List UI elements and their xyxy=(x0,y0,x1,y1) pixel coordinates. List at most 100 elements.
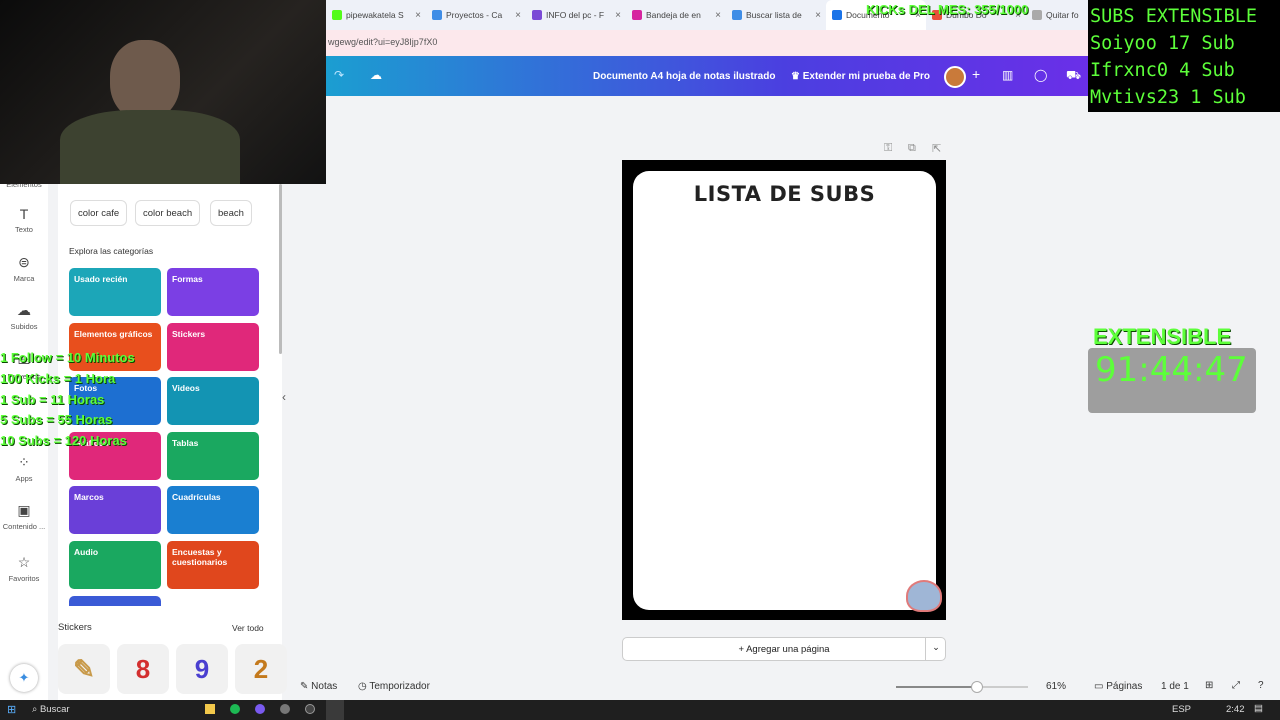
close-tab-icon[interactable]: × xyxy=(515,10,521,21)
subs-title: SUBS EXTENSIBLE xyxy=(1090,6,1258,27)
spotify-icon[interactable] xyxy=(230,704,240,714)
magic-assistant-icon[interactable]: ✦ xyxy=(10,664,38,692)
tab-title: Proyectos - Ca xyxy=(446,10,503,20)
rule-line: 5 Subs = 55 Horas xyxy=(0,412,113,428)
zoom-slider-fill xyxy=(896,686,977,688)
rail-item-contenido[interactable]: ▣ Contenido ... xyxy=(0,502,48,531)
webcam-feed xyxy=(0,0,326,184)
rule-line: 10 Subs = 120 Horas xyxy=(0,433,127,449)
notes-button[interactable]: ✎ Notas xyxy=(300,681,337,692)
category-tile[interactable]: Marcos xyxy=(69,486,161,534)
folder-icon[interactable] xyxy=(205,704,215,714)
windows-start-icon[interactable]: ⊞ xyxy=(7,703,16,716)
editor-header: ↷ ☁ Documento A4 hoja de notas ilustrado… xyxy=(326,56,1088,96)
extend-pro-label: Extender mi prueba de Pro xyxy=(802,71,931,82)
fullscreen-icon[interactable]: ⤢ xyxy=(1232,680,1240,691)
clock: 2:42 xyxy=(1226,704,1245,715)
tab-title: Bandeja de en xyxy=(646,10,701,20)
pages-button[interactable]: ▭ Páginas xyxy=(1094,681,1142,692)
see-all-link[interactable]: Ver todo xyxy=(232,623,264,633)
sticker-glyph: 2 xyxy=(253,653,269,684)
taskbar: ⊞ ⌕ Buscar ESP 2:42 ▤ xyxy=(0,700,1280,720)
redo-icon[interactable]: ↷ xyxy=(334,68,344,82)
category-tile[interactable]: Cuadrículas xyxy=(167,486,259,534)
zoom-slider[interactable] xyxy=(896,681,1028,693)
close-tab-icon[interactable]: × xyxy=(615,10,621,21)
grid-view-icon[interactable]: ⊞ xyxy=(1205,680,1213,691)
rail-item-apps[interactable]: ⁘ Apps xyxy=(0,454,48,483)
search-icon[interactable]: ⌕ Buscar xyxy=(32,704,70,715)
close-tab-icon[interactable]: × xyxy=(815,10,821,21)
chevron-down-icon[interactable]: ⌄ xyxy=(925,637,946,661)
panel-scrollbar[interactable] xyxy=(279,184,282,354)
browser-tab[interactable]: Proyectos - Ca × xyxy=(426,0,526,30)
rail-item-favoritos[interactable]: ☆ Favoritos xyxy=(0,554,48,583)
address-bar[interactable]: wgewg/edit?ui=eyJ8Ijp7fX0 xyxy=(326,30,1088,56)
elephant-sticker[interactable] xyxy=(906,580,942,612)
category-tile[interactable]: Formas xyxy=(167,268,259,316)
sticker-item[interactable]: 9 xyxy=(176,644,228,694)
extend-pro-button[interactable]: ♛ Extender mi prueba de Pro xyxy=(791,71,930,82)
print-icon[interactable]: ⛟ xyxy=(1066,68,1081,84)
search-chip[interactable]: color beach xyxy=(135,200,201,226)
avatar[interactable] xyxy=(944,66,966,88)
analytics-icon[interactable]: ▥ xyxy=(1002,68,1013,82)
rail-item-marca[interactable]: ⊜ Marca xyxy=(0,254,48,283)
app-icon[interactable] xyxy=(280,704,290,714)
category-tile[interactable]: Tablas xyxy=(167,431,259,480)
share-page-icon[interactable]: ⇱ xyxy=(932,142,941,155)
category-tile[interactable]: Stickers xyxy=(167,322,259,371)
cloud-save-icon[interactable]: ☁ xyxy=(370,68,382,82)
comment-icon[interactable]: ◯ xyxy=(1034,68,1047,82)
category-tile[interactable]: Videos xyxy=(167,377,259,425)
category-label: Formas xyxy=(172,274,203,284)
document-title[interactable]: Documento A4 hoja de notas ilustrado xyxy=(593,71,775,82)
obs-icon[interactable] xyxy=(305,704,315,714)
close-tab-icon[interactable]: × xyxy=(415,10,421,21)
sticker-item[interactable]: 8 xyxy=(117,644,169,694)
tab-title: Buscar lista de xyxy=(746,10,802,20)
discord-icon[interactable] xyxy=(255,704,265,714)
cloud-icon: ☁ xyxy=(17,302,31,318)
category-tile[interactable]: Usado recién xyxy=(69,268,161,316)
browser-tab[interactable]: Quitar fo× xyxy=(1026,0,1088,30)
lock-icon[interactable]: ⚿ xyxy=(884,142,892,155)
zoom-slider-handle[interactable] xyxy=(970,681,983,693)
notifications-icon[interactable]: ▤ xyxy=(1254,703,1263,714)
search-chip[interactable]: color cafe xyxy=(70,200,128,226)
timer-overlay: 91:44:47 xyxy=(1088,348,1256,413)
subs-overlay: SUBS EXTENSIBLE Soiyoo 17 Sub Ifrxnc0 4 S… xyxy=(1088,0,1280,112)
add-collaborator-icon[interactable]: + xyxy=(972,66,980,82)
chrome-taskbar-item[interactable] xyxy=(326,700,344,720)
browser-tab[interactable]: pipewakatela S × xyxy=(326,0,426,30)
help-icon[interactable]: ? xyxy=(1258,680,1264,691)
duplicate-icon[interactable]: ⧉ xyxy=(908,142,916,155)
apps-icon: ⁘ xyxy=(18,454,30,470)
sticker-glyph: 9 xyxy=(194,653,210,684)
category-tile-partial[interactable] xyxy=(69,596,161,606)
add-page-button[interactable]: + Agregar una página xyxy=(622,637,946,661)
category-tile[interactable]: Audio xyxy=(69,540,161,589)
design-page[interactable]: LISTA DE SUBS xyxy=(622,160,946,620)
rail-item-subidos[interactable]: ☁ Subidos xyxy=(0,302,48,331)
category-label: Videos xyxy=(172,383,200,393)
browser-tab[interactable]: Buscar lista de × xyxy=(726,0,826,30)
rail-item-texto[interactable]: T Texto xyxy=(0,206,48,234)
zoom-level[interactable]: 61% xyxy=(1046,681,1066,692)
timer-button[interactable]: ◷ Temporizador xyxy=(358,681,430,692)
category-label: Cuadrículas xyxy=(172,492,221,502)
close-tab-icon[interactable]: × xyxy=(715,10,721,21)
tab-favicon-icon xyxy=(532,10,542,20)
image-icon: ▣ xyxy=(17,502,31,518)
collapse-panel-icon[interactable]: ‹ xyxy=(282,390,294,408)
page-paper: LISTA DE SUBS xyxy=(633,171,936,610)
page-title[interactable]: LISTA DE SUBS xyxy=(633,182,936,206)
sticker-item[interactable]: ✎ xyxy=(58,644,110,694)
search-chip[interactable]: beach xyxy=(210,200,252,226)
sticker-item[interactable]: 2 xyxy=(235,644,287,694)
category-tile[interactable]: Encuestas y cuestionarios xyxy=(167,540,259,589)
browser-tab[interactable]: Bandeja de en × xyxy=(626,0,726,30)
extensible-label: EXTENSIBLE xyxy=(1093,324,1232,349)
taskbar-search-label: Buscar xyxy=(39,704,70,715)
browser-tab[interactable]: INFO del pc - F × xyxy=(526,0,626,30)
